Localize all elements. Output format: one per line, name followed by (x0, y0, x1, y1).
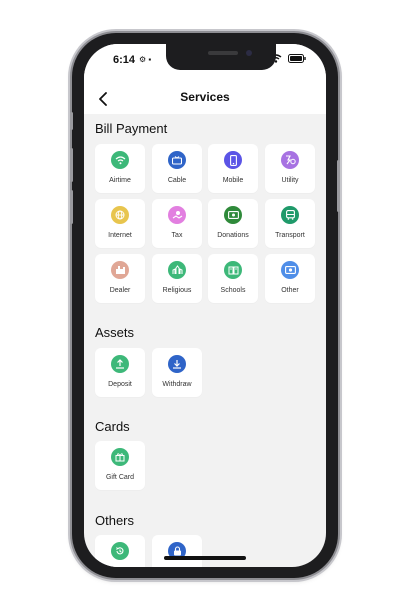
asset-withdraw[interactable]: Withdraw (152, 348, 202, 397)
service-utility[interactable]: Utility (265, 144, 315, 193)
section-title-cards: Cards (95, 419, 130, 434)
tile-label: Other (281, 287, 299, 294)
speaker-grille (208, 51, 238, 55)
section-title-assets: Assets (95, 325, 135, 340)
store-icon (111, 261, 129, 279)
wifi-icon (111, 151, 129, 169)
tile-label: Cable (167, 177, 187, 184)
notch (166, 44, 276, 70)
church-icon (168, 261, 186, 279)
asset-deposit[interactable]: Deposit (95, 348, 145, 397)
service-cable[interactable]: Cable (152, 144, 202, 193)
tile-label: Airtime (109, 177, 131, 184)
service-mobile[interactable]: Mobile (208, 144, 258, 193)
section-title-others: Others (95, 513, 135, 528)
globe-icon (111, 206, 129, 224)
service-internet[interactable]: Internet (95, 199, 145, 248)
upload-icon (111, 355, 129, 373)
card-gift-card[interactable]: Gift Card (95, 441, 145, 490)
mute-switch (70, 112, 73, 130)
front-camera (246, 50, 252, 56)
school-icon (224, 261, 242, 279)
download-icon (168, 355, 186, 373)
volume-down-button (70, 190, 73, 224)
page-title: Services (180, 90, 230, 104)
gift-icon (111, 448, 129, 466)
service-schools[interactable]: Schools (208, 254, 258, 303)
phone-screen: 6:14 ⚙ ▪ Services Bill Payment Airtime C… (84, 44, 326, 567)
service-airtime[interactable]: Airtime (95, 144, 145, 193)
tile-label: Schools (220, 287, 246, 294)
tile-label: Donations (217, 232, 249, 239)
home-indicator[interactable] (164, 556, 246, 560)
bus-icon (281, 206, 299, 224)
tile-label: Dealer (109, 287, 131, 294)
others-lock[interactable] (152, 535, 202, 567)
tile-label: Transport (275, 232, 305, 239)
status-time: 6:14 (113, 54, 136, 66)
others-history[interactable] (95, 535, 145, 567)
tile-label: Deposit (108, 381, 132, 388)
tile-label: Internet (108, 232, 132, 239)
service-tax[interactable]: Tax (152, 199, 202, 248)
tile-label: Gift Card (105, 474, 134, 481)
power-button (337, 160, 340, 212)
tile-label: Utility (281, 177, 299, 184)
service-dealer[interactable]: Dealer (95, 254, 145, 303)
battery-icon (288, 54, 306, 63)
service-other[interactable]: Other (265, 254, 315, 303)
tax-icon (168, 206, 186, 224)
volume-up-button (70, 148, 73, 182)
tile-label: Withdraw (162, 381, 192, 388)
utility-icon (281, 151, 299, 169)
tile-label: Tax (171, 232, 183, 239)
history-icon (111, 542, 129, 560)
tile-label: Mobile (222, 177, 244, 184)
service-religious[interactable]: Religious (152, 254, 202, 303)
tile-label: Religious (162, 287, 192, 294)
service-donations[interactable]: Donations (208, 199, 258, 248)
service-transport[interactable]: Transport (265, 199, 315, 248)
status-extra-icons: ⚙ ▪ (139, 55, 152, 64)
money-icon (224, 206, 242, 224)
other-icon (281, 261, 299, 279)
section-title-bill-payment: Bill Payment (95, 121, 168, 136)
phone-icon (224, 151, 242, 169)
tv-icon (168, 151, 186, 169)
